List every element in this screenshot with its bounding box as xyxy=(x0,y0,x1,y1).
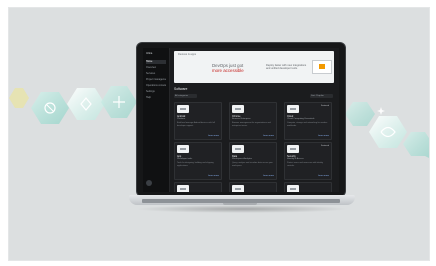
category-filter[interactable]: All categories xyxy=(174,94,197,98)
card-thumbnail xyxy=(177,145,189,153)
banner-description: Deploy faster with new integrations and … xyxy=(266,64,307,71)
sparkle-icon xyxy=(377,107,385,115)
card-learn-more-link[interactable]: Learn more xyxy=(208,175,219,177)
banner-illustration xyxy=(312,60,332,74)
sidebar-item-help[interactable]: Help xyxy=(146,96,166,100)
section-title: Software xyxy=(174,87,188,91)
laptop-screen: Ultra Home Overview Services Project man… xyxy=(143,48,339,192)
card-subtitle: Identity & Access xyxy=(287,158,304,160)
sidebar-item-project-management[interactable]: Project management xyxy=(146,78,166,82)
card-subtitle: Cloud Computing Essentials xyxy=(287,118,315,120)
card-subtitle: Platform xyxy=(177,118,186,120)
software-card[interactable]: Data Workspace Analytics Query, analyze … xyxy=(229,142,277,180)
breadcrumb[interactable]: Devices & apps xyxy=(178,53,196,56)
banner-headline-accent: more accessible xyxy=(212,68,244,73)
hexagon-right-3-icon xyxy=(403,132,429,158)
card-thumbnail xyxy=(232,145,244,153)
card-thumbnail xyxy=(287,105,299,113)
card-learn-more-link[interactable]: Learn more xyxy=(263,135,274,137)
software-card[interactable]: App Developer tools Tools for designing,… xyxy=(174,142,222,180)
card-description: Protect users and resources with identit… xyxy=(287,162,324,167)
card-description: Build and manage Android devices with fu… xyxy=(177,122,216,127)
card-description: Browser management for organizations and… xyxy=(232,122,271,127)
card-thumbnail xyxy=(287,145,299,153)
software-card[interactable] xyxy=(174,182,222,192)
card-thumbnail xyxy=(232,105,244,113)
software-card[interactable]: Android Platform Build and manage Androi… xyxy=(174,102,222,140)
software-card[interactable]: Featured Cloud Cloud Computing Essential… xyxy=(284,102,332,140)
sidebar-item-services[interactable]: Services xyxy=(146,72,166,76)
main-content: Devices & apps DevOps just got more acce… xyxy=(170,48,339,192)
card-learn-more-link[interactable]: Learn more xyxy=(318,135,329,137)
sidebar: Ultra Home Overview Services Project man… xyxy=(143,48,170,192)
marketing-scene: Ultra Home Overview Services Project man… xyxy=(8,7,430,261)
card-description: Compute, storage and networking for mode… xyxy=(287,122,328,127)
hexagon-right-1-icon xyxy=(345,102,375,126)
card-thumbnail xyxy=(287,185,299,192)
card-badge: Featured xyxy=(320,145,329,147)
sort-filter[interactable]: Sort: Popular xyxy=(310,94,333,98)
sidebar-item-settings[interactable]: Settings xyxy=(146,90,166,94)
card-learn-more-link[interactable]: Learn more xyxy=(318,175,329,177)
card-description: Tools for designing, building and shippi… xyxy=(177,162,214,167)
brand-name: Ultra xyxy=(146,51,153,55)
laptop-shadow xyxy=(135,205,349,213)
card-subtitle: Developer tools xyxy=(177,158,193,160)
sidebar-item-home[interactable]: Home xyxy=(146,60,166,64)
hexagon-left-4-icon xyxy=(101,86,137,118)
card-learn-more-link[interactable]: Learn more xyxy=(263,175,274,177)
laptop-lid-notch xyxy=(223,203,257,205)
card-subtitle: Workspace Analytics xyxy=(232,158,253,160)
hexagon-left-3-icon xyxy=(67,88,105,120)
card-thumbnail xyxy=(177,185,189,192)
avatar[interactable] xyxy=(146,180,152,186)
card-learn-more-link[interactable]: Learn more xyxy=(208,135,219,137)
hexagon-right-2-icon xyxy=(369,116,407,148)
promo-banner[interactable]: Devices & apps DevOps just got more acce… xyxy=(174,51,334,83)
card-thumbnail xyxy=(177,105,189,113)
software-card[interactable] xyxy=(229,182,277,192)
hexagon-left-1-icon xyxy=(9,88,29,108)
sidebar-item-overview[interactable]: Overview xyxy=(146,66,166,70)
software-card[interactable]: Chrome Browser Enterprise Browser manage… xyxy=(229,102,277,140)
hexagon-left-2-icon xyxy=(31,92,69,124)
sidebar-item-operations-console[interactable]: Operations console xyxy=(146,84,166,88)
card-thumbnail xyxy=(232,185,244,192)
software-card[interactable] xyxy=(284,182,332,192)
card-description: Query, analyze and visualize data across… xyxy=(232,162,273,167)
software-card[interactable]: Featured Security Identity & Access Prot… xyxy=(284,142,332,180)
card-subtitle: Browser Enterprise xyxy=(232,118,251,120)
card-badge: Featured xyxy=(320,105,329,107)
